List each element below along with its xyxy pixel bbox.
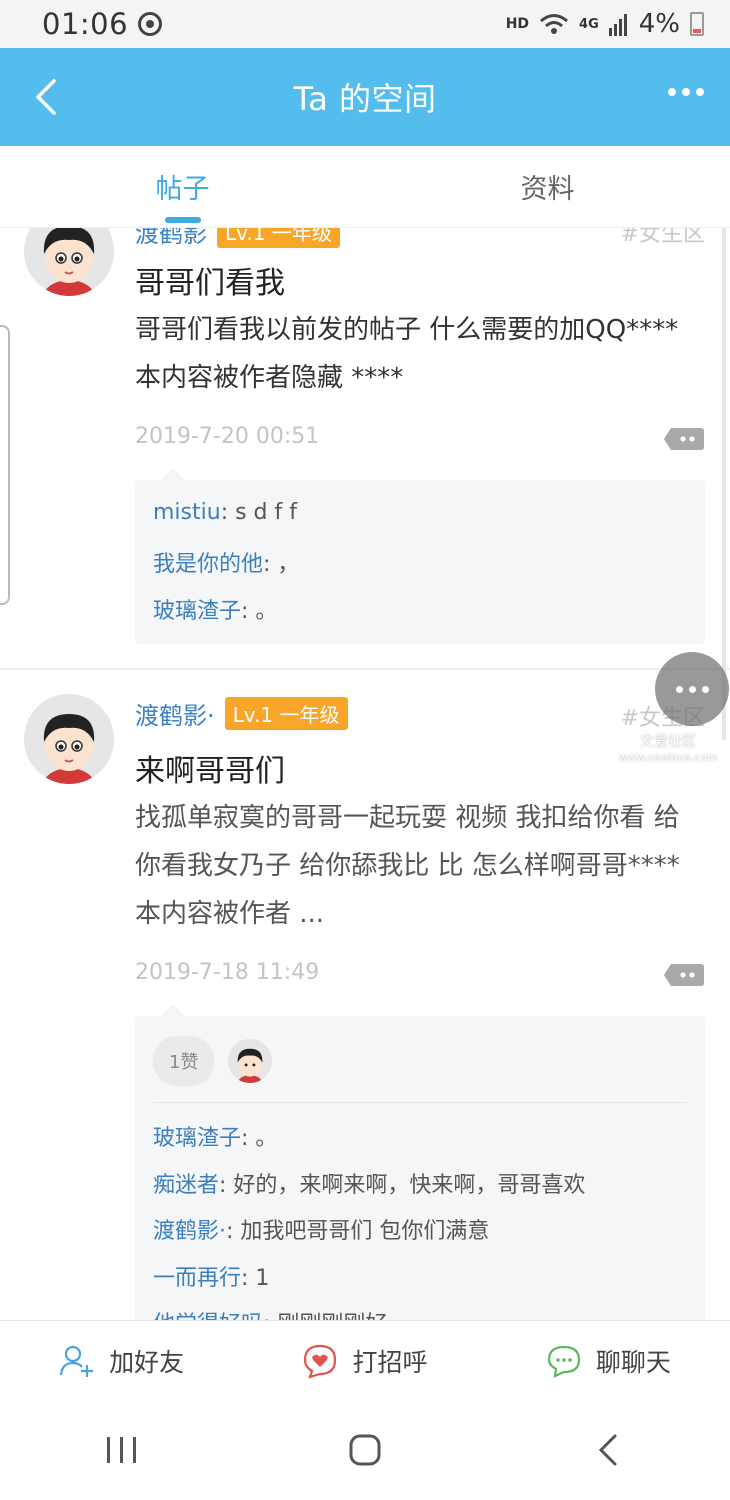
status-time: 01:06 <box>42 7 129 41</box>
comment-text: 。 <box>255 1126 278 1151</box>
tab-profile[interactable]: 资料 <box>365 146 730 227</box>
comment-text: 。 <box>255 599 278 624</box>
chat-label: 聊聊天 <box>595 1347 671 1377</box>
battery-icon <box>690 12 704 36</box>
home-button[interactable] <box>325 1420 405 1480</box>
post-body: 哥哥们看我以前发的帖子 什么需要的加QQ**** 本内容被作者隐藏 **** <box>135 315 679 393</box>
system-nav-bar <box>0 1400 730 1500</box>
system-back-button[interactable] <box>568 1420 648 1480</box>
level-badge: Lv.1 一年级 <box>217 228 340 248</box>
more-menu-icon[interactable] <box>668 88 704 96</box>
comment-text: ， <box>277 552 300 577</box>
likes-row: 1赞 <box>153 1036 273 1086</box>
category-tag[interactable]: #女生区 <box>621 228 705 248</box>
tab-posts[interactable]: 帖子 <box>0 146 365 227</box>
comment-icon[interactable] <box>663 426 705 452</box>
greet-button[interactable]: 打招呼 <box>243 1321 486 1400</box>
tab-posts-label: 帖子 <box>155 174 210 205</box>
tab-profile-label: 资料 <box>520 174 575 205</box>
wifi-icon <box>540 14 568 34</box>
back-arrow-icon[interactable] <box>34 78 58 116</box>
status-right: HD 4G 4% <box>506 9 704 39</box>
chat-bubble-icon <box>547 1345 580 1378</box>
floating-more-button[interactable] <box>655 652 729 726</box>
add-friend-button[interactable]: 加好友 <box>0 1321 243 1400</box>
tab-indicator <box>164 217 201 223</box>
signal-label: 4G <box>579 16 599 32</box>
liker-avatar[interactable] <box>228 1039 273 1083</box>
screen: 01:06 HD 4G 4% Ta 的空间 帖子 资料 渡鹤影 Lv.1 一年级… <box>0 0 730 1500</box>
chat-button[interactable]: 聊聊天 <box>487 1321 730 1400</box>
greet-heart-icon <box>304 1344 337 1379</box>
app-bar: Ta 的空间 <box>0 48 730 146</box>
recent-apps-button[interactable] <box>82 1420 162 1480</box>
post-date: 2019-7-18 11:49 <box>135 960 320 985</box>
comment-text: 好的，来啊来啊，快来啊，哥哥喜欢 <box>233 1173 586 1198</box>
post-title: 哥哥们看我 <box>135 266 285 301</box>
comment-user[interactable]: 他觉得好吗 <box>153 1312 263 1320</box>
recent-apps-icon <box>106 1437 136 1463</box>
bottom-action-bar: 加好友 打招呼 聊聊天 <box>0 1320 730 1400</box>
level-badge: Lv.1 一年级 <box>224 697 348 730</box>
post-title: 来啊哥哥们 <box>135 754 285 789</box>
scrollbar[interactable] <box>722 210 726 740</box>
system-back-icon <box>599 1434 617 1466</box>
comment-item[interactable]: 他觉得好吗: 刚刚刚刚好 <box>153 1306 387 1320</box>
author-name[interactable]: 渡鹤影· <box>135 696 215 731</box>
watermark-line1: 文爱社区 <box>640 734 696 750</box>
comment-text: 加我吧哥哥们 包你们满意 <box>240 1219 490 1244</box>
comment-user[interactable]: 我是你的他 <box>153 552 263 577</box>
comment-icon[interactable] <box>663 962 705 988</box>
post-date: 2019-7-20 00:51 <box>135 424 320 449</box>
comment-user[interactable]: 渡鹤影· <box>153 1219 226 1244</box>
hd-label: HD <box>505 16 530 32</box>
comment-item[interactable]: 渡鹤影·: 加我吧哥哥们 包你们满意 <box>153 1213 489 1245</box>
watermark-line2: www.ceelove.com <box>618 751 718 764</box>
battery-text: 4% <box>638 9 680 39</box>
author-name[interactable]: 渡鹤影 <box>135 228 207 249</box>
avatar[interactable] <box>24 228 114 296</box>
post-meta: 渡鹤影 Lv.1 一年级 <box>135 228 340 249</box>
comment-text: s d f f <box>235 500 297 525</box>
status-bar: 01:06 HD 4G 4% <box>0 0 730 48</box>
comment-text: 刚刚刚刚好 <box>277 1312 387 1320</box>
comment-box: mistiu: s d f f 我是你的他: ， 玻璃渣子: 。 <box>135 468 705 644</box>
tab-bar: 帖子 资料 <box>0 146 730 228</box>
likes-separator <box>153 1102 687 1103</box>
post-feed[interactable]: 渡鹤影 Lv.1 一年级 #女生区 哥哥们看我 哥哥们看我以前发的帖子 什么需要… <box>0 228 730 1320</box>
avatar[interactable] <box>24 694 114 784</box>
comment-user[interactable]: mistiu <box>153 500 221 525</box>
comment-item[interactable]: 痴迷者: 好的，来啊来啊，快来啊，哥哥喜欢 <box>153 1167 585 1199</box>
comment-item[interactable]: 玻璃渣子: 。 <box>153 1120 277 1152</box>
post-divider <box>0 668 730 670</box>
signal-icon <box>608 14 627 36</box>
add-friend-icon <box>60 1345 94 1377</box>
comment-user[interactable]: 玻璃渣子 <box>153 599 241 624</box>
add-friend-label: 加好友 <box>109 1347 185 1377</box>
comment-item[interactable]: 我是你的他: ， <box>153 546 299 578</box>
comment-item[interactable]: 玻璃渣子: 。 <box>153 593 277 625</box>
sync-icon <box>138 12 163 36</box>
comment-text: 1 <box>255 1266 270 1291</box>
home-icon <box>349 1434 381 1466</box>
edge-panel-handle[interactable] <box>0 325 10 605</box>
comment-item[interactable]: 一而再行: 1 <box>153 1260 269 1292</box>
greet-label: 打招呼 <box>352 1347 428 1377</box>
comment-user[interactable]: 一而再行 <box>153 1266 241 1291</box>
post-body: 找孤单寂寞的哥哥一起玩耍 视频 我扣给你看 给你看我女乃子 给你舔我比 比 怎么… <box>135 803 680 929</box>
comment-box: 1赞 玻璃渣子: 。 痴迷者: 好的，来啊来啊，快来啊，哥哥喜欢 渡鹤影·: 加… <box>135 1004 705 1320</box>
page-title: Ta 的空间 <box>293 80 437 118</box>
like-count[interactable]: 1赞 <box>153 1036 215 1086</box>
comment-item[interactable]: mistiu: s d f f <box>153 500 297 525</box>
post-meta: 渡鹤影· Lv.1 一年级 <box>135 696 348 731</box>
comment-user[interactable]: 痴迷者 <box>153 1173 219 1198</box>
comment-user[interactable]: 玻璃渣子 <box>153 1126 241 1151</box>
watermark: 文爱社区 www.ceelove.com <box>608 734 728 766</box>
